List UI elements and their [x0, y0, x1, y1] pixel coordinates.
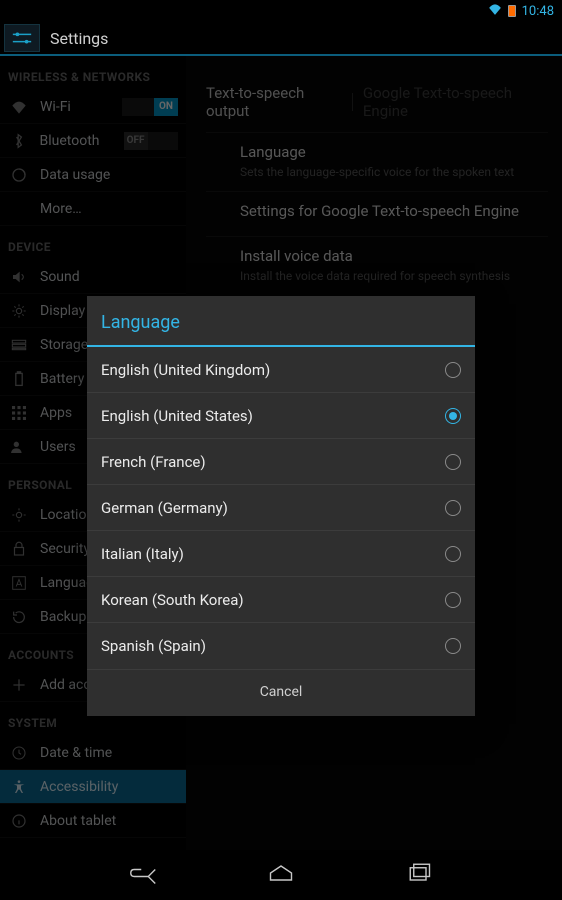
status-time: 10:48 — [522, 4, 554, 19]
option-label: Spanish (Spain) — [101, 637, 206, 655]
home-button[interactable] — [267, 861, 295, 889]
option-label: English (United States) — [101, 407, 253, 425]
dialog-option-list: English (United Kingdom) English (United … — [87, 347, 475, 669]
cancel-button[interactable]: Cancel — [87, 669, 475, 716]
modal-overlay[interactable]: Language English (United Kingdom)English… — [0, 56, 562, 850]
status-bar: 10:48 — [0, 0, 562, 22]
radio-icon — [445, 362, 461, 378]
dialog-title: Language — [87, 296, 475, 347]
option-label: German (Germany) — [101, 499, 228, 517]
radio-icon — [445, 408, 461, 424]
system-nav-bar — [0, 850, 562, 900]
language-dialog: Language English (United Kingdom)English… — [87, 296, 475, 716]
radio-icon — [445, 592, 461, 608]
wifi-icon — [488, 3, 502, 19]
radio-icon — [445, 500, 461, 516]
battery-icon — [508, 5, 516, 17]
settings-app-icon — [4, 24, 40, 52]
language-option[interactable]: Spanish (Spain) — [87, 623, 475, 669]
radio-icon — [445, 638, 461, 654]
radio-icon — [445, 546, 461, 562]
page-title: Settings — [50, 29, 108, 48]
option-label: Korean (South Korea) — [101, 591, 244, 609]
back-button[interactable] — [129, 861, 157, 889]
title-bar: Settings — [0, 22, 562, 56]
option-label: Italian (Italy) — [101, 545, 184, 563]
language-option[interactable]: English (United Kingdom) — [87, 347, 475, 393]
recent-apps-button[interactable] — [405, 861, 433, 889]
language-option[interactable]: German (Germany) — [87, 485, 475, 531]
language-option[interactable]: Korean (South Korea) — [87, 577, 475, 623]
language-option[interactable]: French (France) — [87, 439, 475, 485]
language-option[interactable]: English (United States) — [87, 393, 475, 439]
option-label: French (France) — [101, 453, 206, 471]
radio-icon — [445, 454, 461, 470]
language-option[interactable]: Italian (Italy) — [87, 531, 475, 577]
option-label: English (United Kingdom) — [101, 361, 270, 379]
